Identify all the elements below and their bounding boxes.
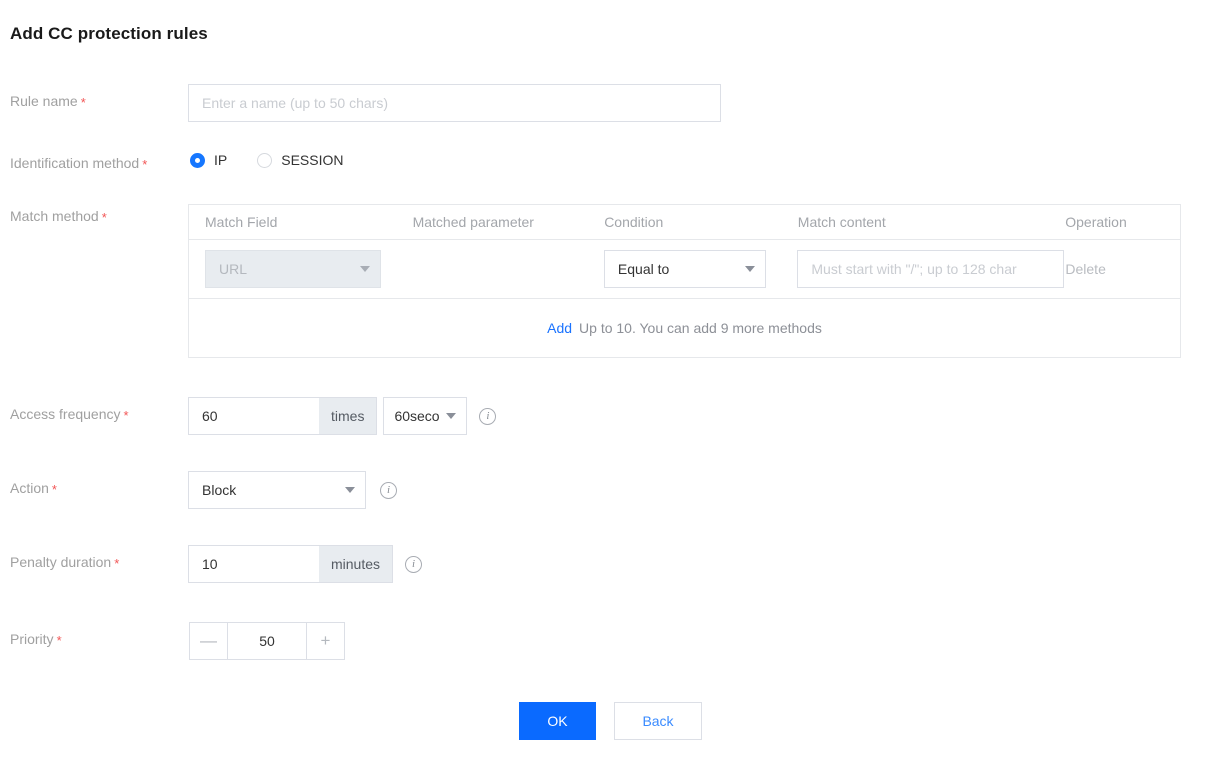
table-row: URL Equal to Delete <box>189 240 1180 299</box>
priority-increase-button[interactable]: + <box>306 623 344 659</box>
info-icon[interactable]: i <box>479 407 497 425</box>
action-select-value: Block <box>202 482 237 498</box>
match-method-table: Match Field Matched parameter Condition … <box>188 204 1181 358</box>
form-row-rule-name: Rule name * <box>0 84 1218 122</box>
radio-label-session: SESSION <box>281 152 344 168</box>
radio-option-ip[interactable]: IP <box>190 152 227 168</box>
required-asterisk: * <box>51 482 57 497</box>
rule-name-label-text: Rule name <box>10 93 78 109</box>
form-row-penalty-duration: Penalty duration* minutes i <box>0 545 1218 583</box>
penalty-duration-label: Penalty duration * <box>10 554 120 571</box>
identification-method-radio-group: IP SESSION <box>190 152 343 168</box>
identification-method-label: Identification method * <box>10 155 148 172</box>
priority-label: Priority * <box>10 631 62 648</box>
radio-label-ip: IP <box>214 152 228 168</box>
action-select[interactable]: Block <box>188 471 366 509</box>
penalty-duration-unit: minutes <box>319 545 394 583</box>
form-row-priority: Priority * — 50 + <box>0 622 1218 660</box>
form-row-access-frequency: Access frequency* times 60seco i <box>0 397 1218 435</box>
page-title: Add CC protection rules <box>10 24 208 43</box>
access-frequency-controls: times 60seco i <box>188 397 497 435</box>
access-frequency-period-select[interactable]: 60seco <box>383 397 468 435</box>
table-add-row: Add Up to 10. You can add 9 more methods <box>189 299 1180 357</box>
chevron-down-icon <box>360 266 370 272</box>
column-header-condition: Condition <box>604 214 664 230</box>
rule-name-label: Rule name * <box>10 93 86 110</box>
info-icon[interactable]: i <box>380 481 397 499</box>
match-field-select-value: URL <box>219 261 248 277</box>
chevron-down-icon <box>345 487 355 493</box>
match-content-input[interactable] <box>797 250 1065 288</box>
info-icon[interactable]: i <box>405 555 423 573</box>
required-asterisk: * <box>101 210 107 225</box>
penalty-duration-controls: minutes i <box>188 545 423 583</box>
penalty-duration-label-text: Penalty duration <box>10 554 112 570</box>
required-asterisk: * <box>123 408 129 423</box>
delete-row-link[interactable]: Delete <box>1049 261 1105 277</box>
access-frequency-label: Access frequency * <box>10 406 129 423</box>
penalty-duration-input[interactable] <box>188 545 319 583</box>
column-header-matched-parameter: Matched parameter <box>412 214 534 230</box>
radio-dot-icon <box>257 152 273 168</box>
priority-stepper: — 50 + <box>189 622 345 660</box>
column-header-match-field: Match Field <box>205 214 278 230</box>
add-match-method-link[interactable]: Add <box>547 320 572 336</box>
match-field-select[interactable]: URL <box>205 250 381 288</box>
match-method-label-text: Match method <box>10 208 99 224</box>
table-header-row: Match Field Matched parameter Condition … <box>189 205 1180 240</box>
required-asterisk: * <box>114 556 120 571</box>
column-header-operation: Operation <box>1065 214 1127 230</box>
priority-decrease-button[interactable]: — <box>190 623 228 659</box>
ok-button[interactable]: OK <box>519 702 596 740</box>
action-label-text: Action <box>10 480 49 496</box>
action-controls: Block i <box>188 471 397 509</box>
column-header-match-content: Match content <box>797 214 886 230</box>
required-asterisk: * <box>142 157 148 172</box>
action-label: Action * <box>10 480 57 497</box>
access-frequency-input-group: times <box>188 397 378 435</box>
add-match-method-hint: Up to 10. You can add 9 more methods <box>579 320 822 336</box>
priority-label-text: Priority <box>10 631 54 647</box>
cell-match-field: URL <box>189 250 396 288</box>
access-frequency-unit: times <box>319 397 378 435</box>
access-frequency-label-text: Access frequency <box>10 406 121 422</box>
footer-actions: OK Back <box>519 702 702 740</box>
form-row-action: Action * Block i <box>0 471 1218 509</box>
radio-option-session[interactable]: SESSION <box>257 152 343 168</box>
condition-select-value: Equal to <box>617 261 670 277</box>
priority-value[interactable]: 50 <box>228 623 306 659</box>
match-method-label: Match method * <box>10 208 107 225</box>
condition-select[interactable]: Equal to <box>603 250 766 288</box>
form-row-identification-method: Identification method * IP SESSION <box>0 152 1218 176</box>
required-asterisk: * <box>56 633 62 648</box>
cell-operation: Delete <box>1049 261 1180 277</box>
required-asterisk: * <box>80 95 86 110</box>
back-button[interactable]: Back <box>614 702 702 740</box>
chevron-down-icon <box>446 413 457 419</box>
cell-match-content <box>781 250 1065 288</box>
cell-condition: Equal to <box>588 250 781 288</box>
access-frequency-period-value: 60seco <box>394 408 440 424</box>
radio-dot-icon <box>190 152 205 168</box>
access-frequency-input[interactable] <box>188 397 319 435</box>
rule-name-input[interactable] <box>188 84 721 122</box>
chevron-down-icon <box>744 266 755 272</box>
identification-method-label-text: Identification method <box>10 155 140 171</box>
penalty-duration-input-group: minutes <box>188 545 394 583</box>
